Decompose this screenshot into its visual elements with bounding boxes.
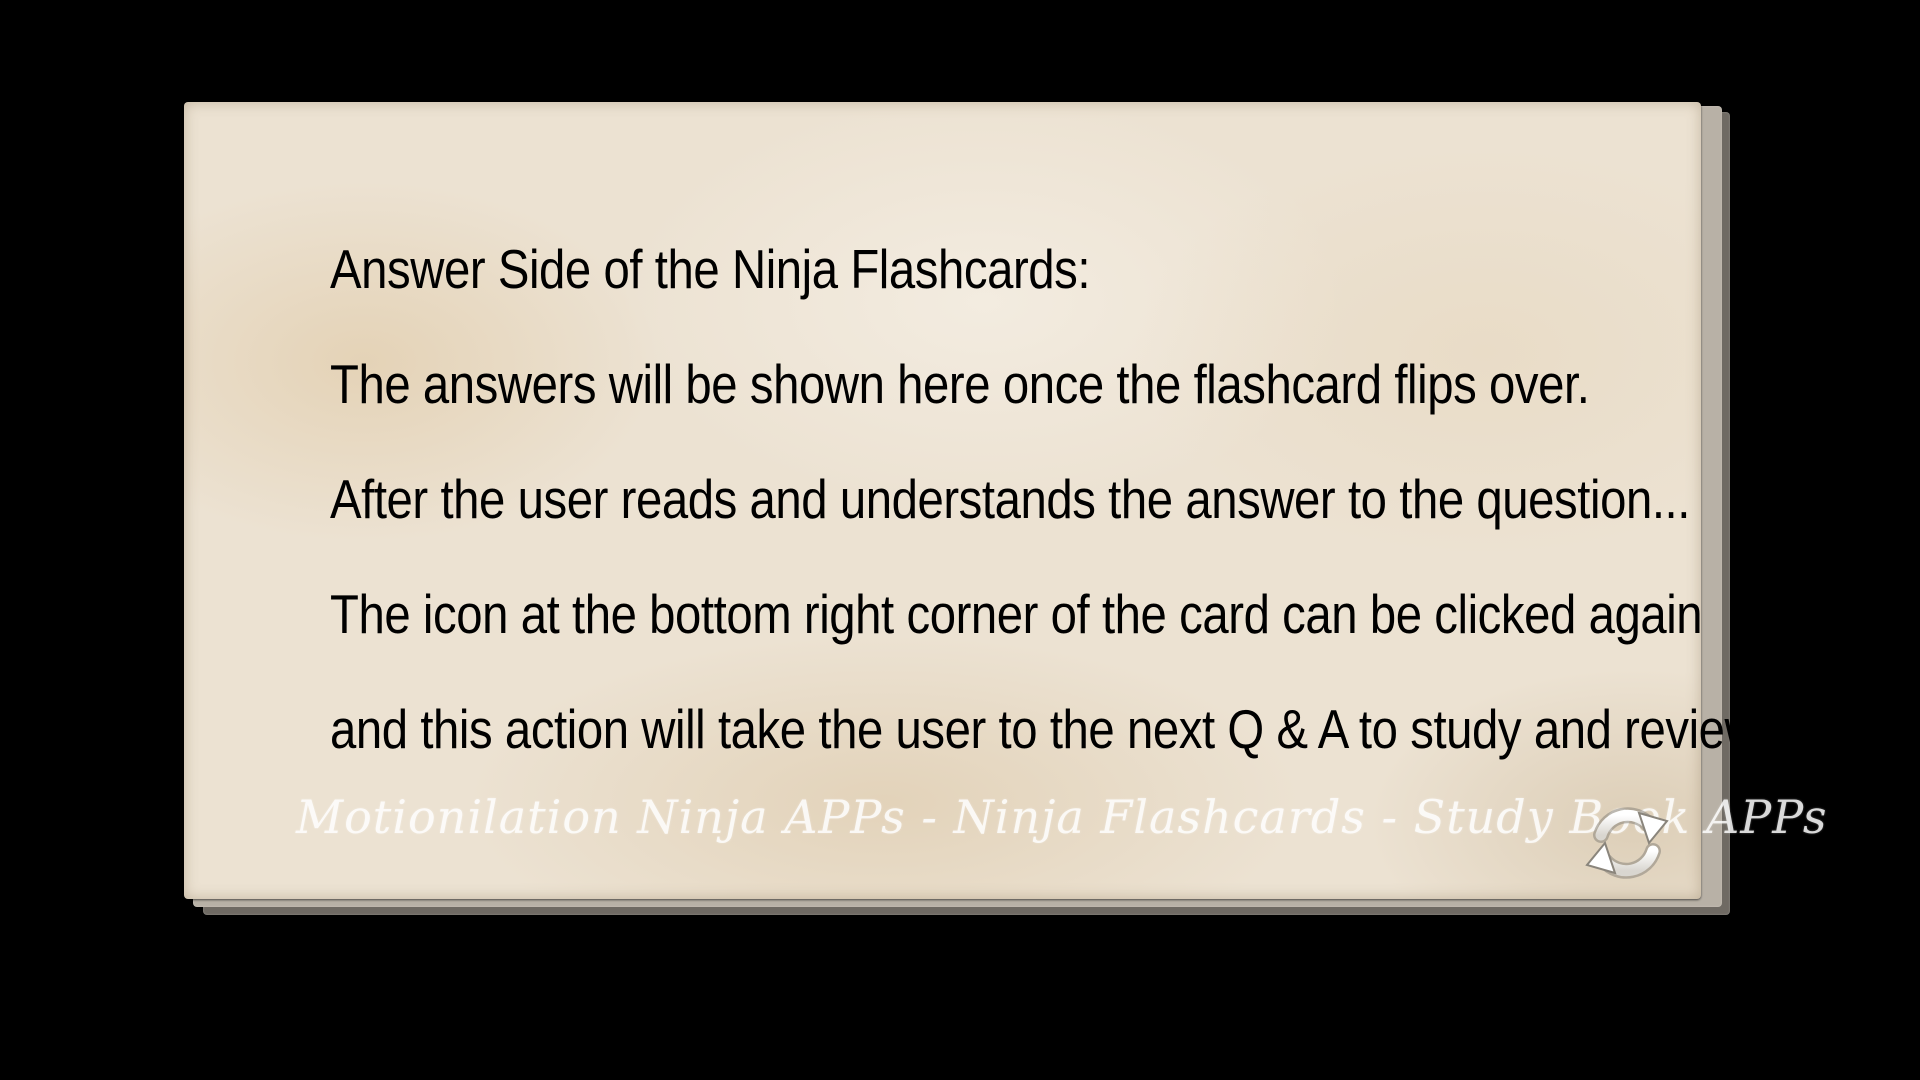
- refresh-icon: [1585, 807, 1669, 879]
- answer-line-2: The answers will be shown here once the …: [330, 353, 1590, 415]
- answer-line-4: The icon at the bottom right corner of t…: [330, 583, 1703, 645]
- flashcard-stage: Answer Side of the Ninja Flashcards: The…: [0, 0, 1920, 1080]
- brand-footer: Motionilation Ninja APPs - Ninja Flashca…: [296, 790, 1828, 844]
- answer-text-block: Answer Side of the Ninja Flashcards: The…: [330, 212, 1771, 787]
- answer-line-1: Answer Side of the Ninja Flashcards:: [330, 238, 1091, 300]
- answer-line-3: After the user reads and understands the…: [330, 468, 1690, 530]
- flip-card-button[interactable]: [1579, 799, 1675, 885]
- flashcard-answer-side: Answer Side of the Ninja Flashcards: The…: [184, 102, 1828, 899]
- answer-line-5: and this action will take the user to th…: [330, 698, 1771, 760]
